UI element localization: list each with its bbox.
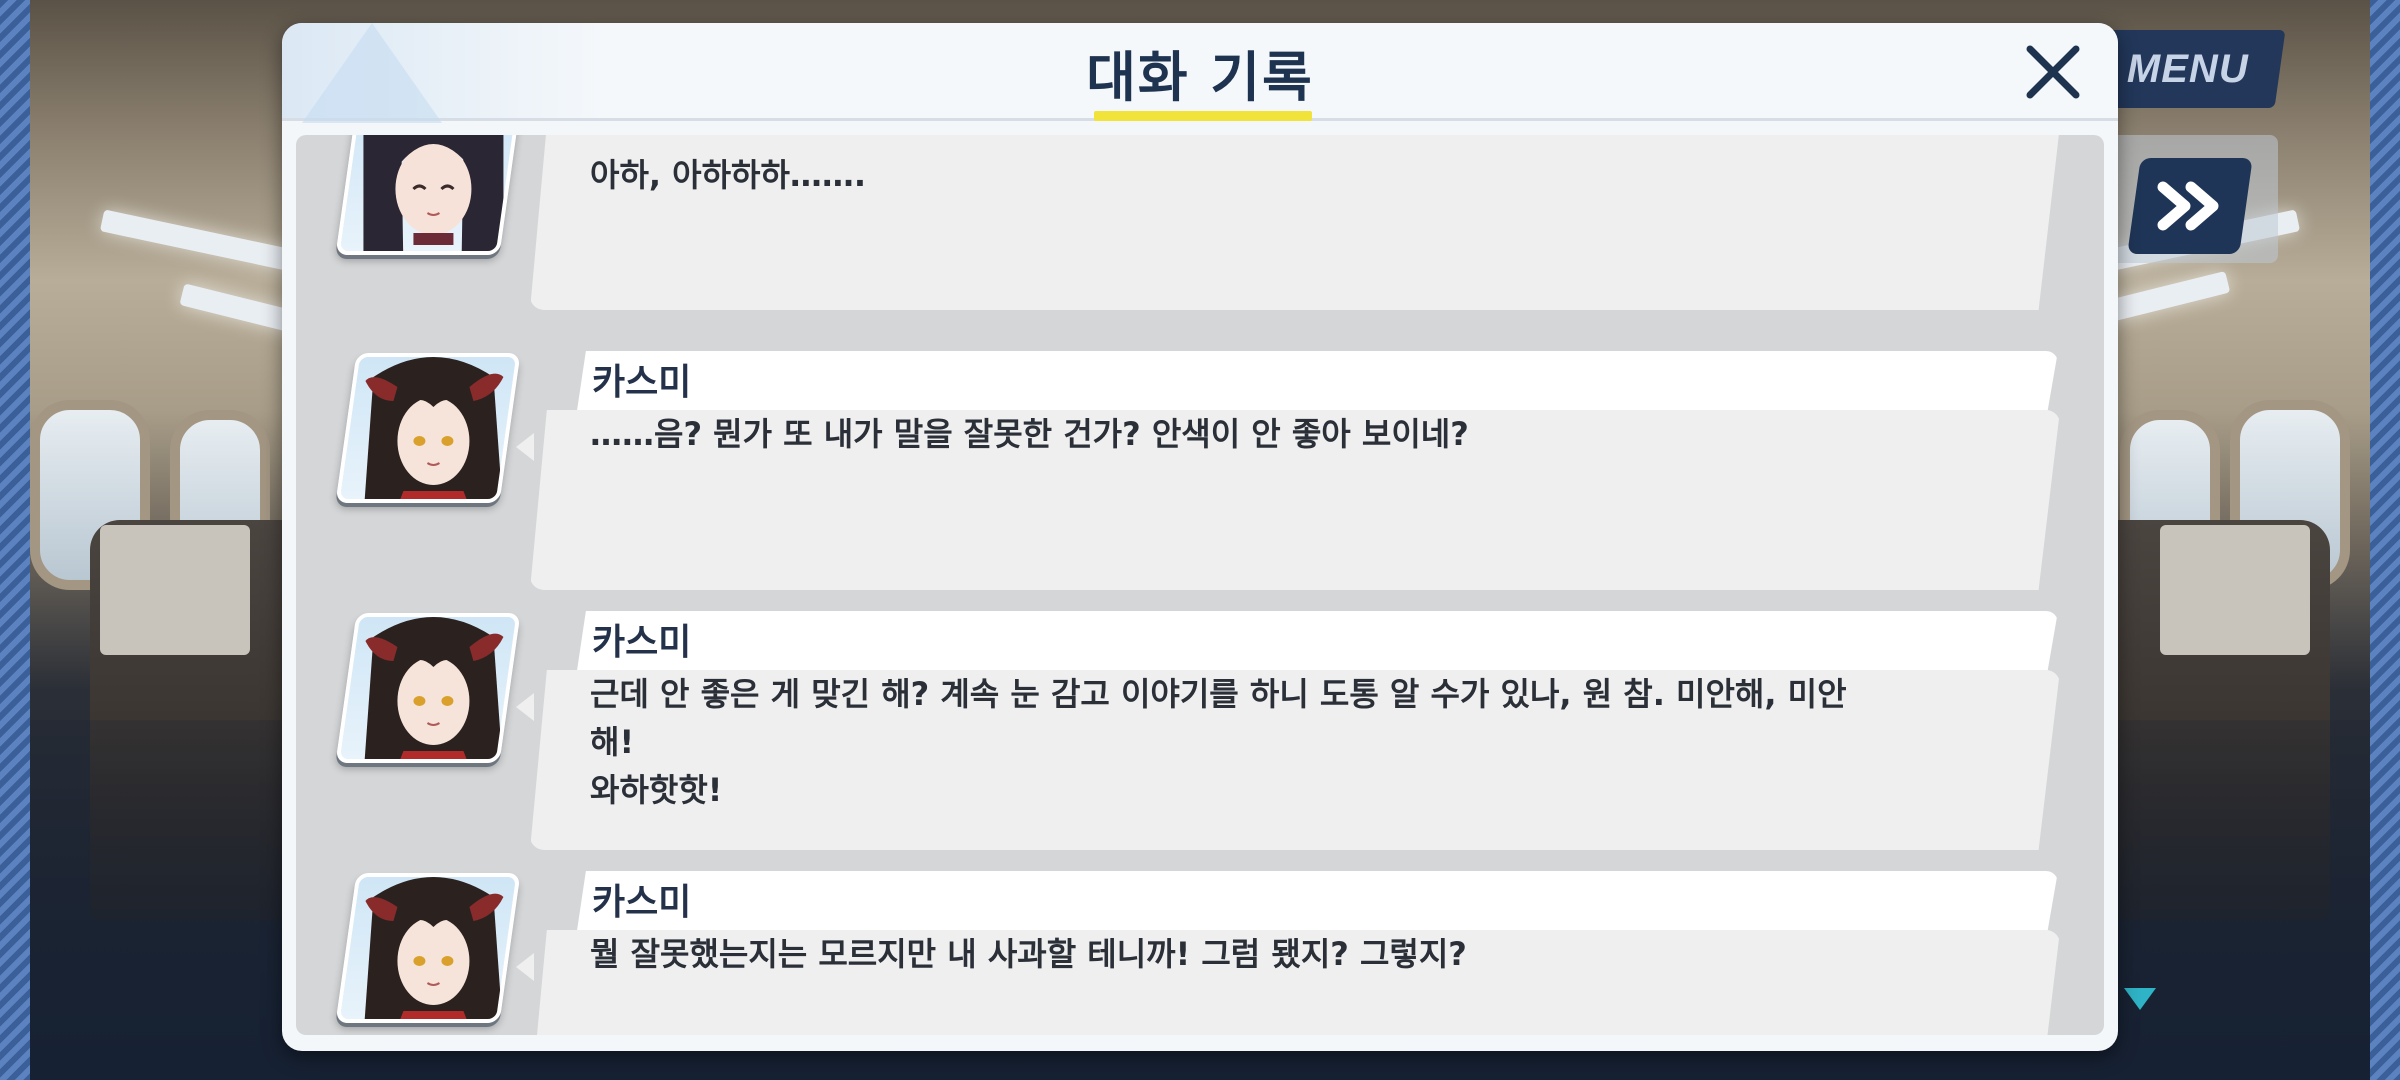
- close-icon: [2026, 45, 2080, 99]
- bubble-tail: [516, 953, 534, 981]
- title-underline: [1094, 111, 1312, 121]
- right-border-stripe: [2370, 0, 2400, 1080]
- left-border-stripe: [0, 0, 30, 1080]
- fast-forward-button[interactable]: [2127, 158, 2253, 254]
- message-text: 근데 안 좋은 게 맞긴 해? 계속 눈 감고 이야기를 하니 도통 알 수가 …: [590, 675, 1847, 809]
- dialog-header: 대화 기록: [282, 23, 2118, 123]
- menu-button[interactable]: MENU: [2089, 30, 2286, 108]
- speaker-name: 카스미: [592, 622, 692, 663]
- dialog-title: 대화 기록: [1086, 46, 1314, 109]
- bubble-tail: [516, 433, 534, 461]
- menu-label: MENU: [2126, 46, 2249, 91]
- message-text: 아하, 아하하하…….: [590, 156, 867, 194]
- triangle-down-icon[interactable]: [2124, 988, 2156, 1010]
- portrait-long-dark-hair-eyes-closed: [335, 135, 521, 255]
- speaker-name: 카스미: [592, 362, 692, 403]
- bubble-tail: [516, 693, 534, 721]
- conversation-log-dialog: 대화 기록 아하, 아하하하……. 카스미 ……음? 뭔가 또 내가 말을 잘못…: [282, 23, 2118, 1051]
- close-button[interactable]: [2022, 41, 2084, 103]
- portrait-kasumi: [335, 873, 521, 1023]
- message-text: 뭘 잘못했는지는 모르지만 내 사과할 테니까! 그럼 됐지? 그렇지?: [590, 935, 1467, 973]
- speaker-name: 카스미: [592, 882, 692, 923]
- conversation-log-list[interactable]: 아하, 아하하하……. 카스미 ……음? 뭔가 또 내가 말을 잘못한 건가? …: [296, 135, 2104, 1035]
- portrait-kasumi: [335, 613, 521, 763]
- fast-forward-icon: [2157, 181, 2219, 231]
- message-text: ……음? 뭔가 또 내가 말을 잘못한 건가? 안색이 안 좋아 보이네?: [590, 415, 1469, 453]
- portrait-kasumi: [335, 353, 521, 503]
